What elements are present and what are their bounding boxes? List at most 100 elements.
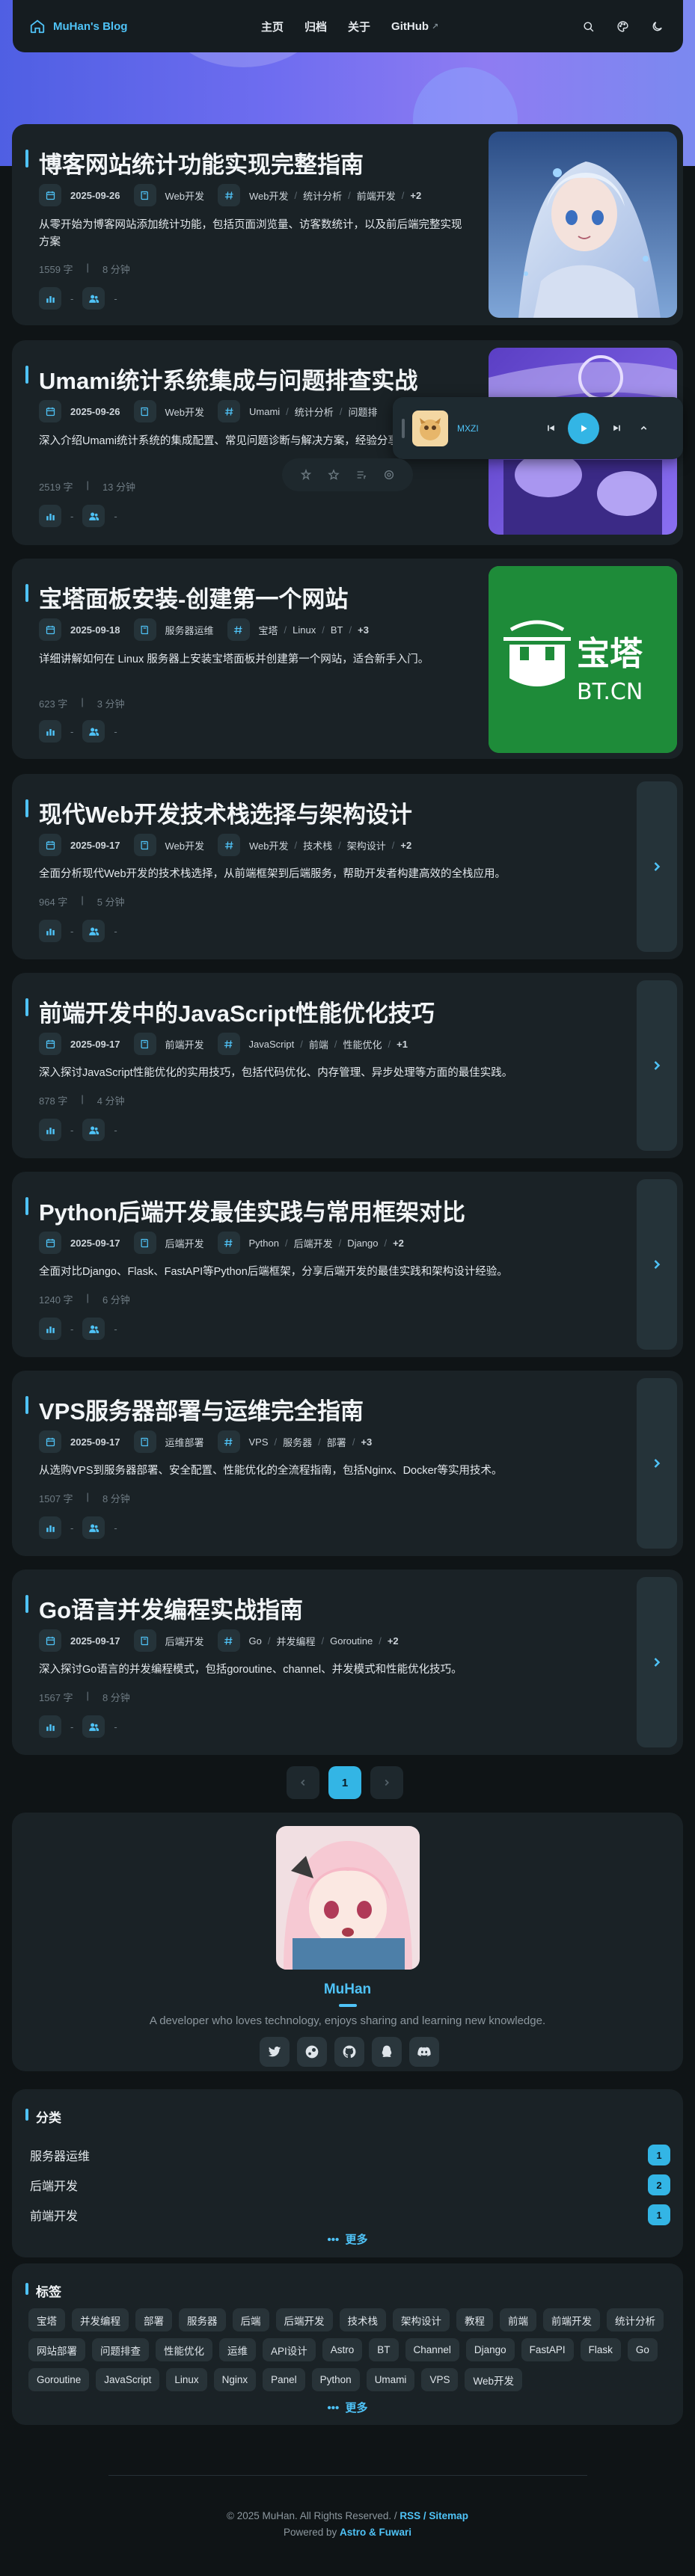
post-tag[interactable]: JavaScript bbox=[249, 1039, 295, 1050]
post-title[interactable]: 宝塔面板安装-创建第一个网站 bbox=[39, 580, 348, 614]
post-tag[interactable]: 后端开发 bbox=[294, 1236, 333, 1250]
tag-chip[interactable]: Panel bbox=[263, 2368, 305, 2391]
tag-chip[interactable]: Linux bbox=[166, 2368, 207, 2391]
shuffle-icon[interactable] bbox=[300, 469, 312, 481]
post-card[interactable]: 博客网站统计功能实现完整指南 2025-09-26 Web开发 Web开发 / 统… bbox=[12, 124, 683, 325]
post-category[interactable]: Web开发 bbox=[165, 405, 205, 419]
post-card[interactable]: Go语言并发编程实战指南 2025-09-17 后端开发 Go / 并发编程 / G… bbox=[12, 1570, 683, 1755]
visitors-button[interactable] bbox=[82, 505, 105, 527]
tags-more-link[interactable]: ••• 更多 bbox=[12, 2400, 683, 2415]
category-item[interactable]: 前端开发 1 bbox=[30, 2201, 670, 2228]
post-category[interactable]: 运维部署 bbox=[165, 1435, 204, 1449]
prev-track-button[interactable] bbox=[539, 417, 562, 440]
category-item[interactable]: 服务器运维 1 bbox=[30, 2142, 670, 2168]
tag-chip[interactable]: 服务器 bbox=[179, 2308, 226, 2331]
post-title[interactable]: 博客网站统计功能实现完整指南 bbox=[39, 146, 364, 179]
visitors-button[interactable] bbox=[82, 1119, 105, 1141]
page-button-current[interactable]: 1 bbox=[328, 1766, 361, 1799]
post-tag[interactable]: VPS bbox=[249, 1436, 269, 1448]
tag-chip[interactable]: Django bbox=[465, 2338, 515, 2361]
tag-chip[interactable]: 性能优化 bbox=[156, 2338, 212, 2361]
site-brand[interactable]: MuHan's Blog bbox=[29, 18, 127, 34]
post-title[interactable]: VPS服务器部署与运维完全指南 bbox=[39, 1392, 364, 1426]
visitors-button[interactable] bbox=[82, 720, 105, 743]
visitors-button[interactable] bbox=[82, 920, 105, 942]
sitemap-link[interactable]: Sitemap bbox=[429, 2510, 468, 2521]
post-thumbnail[interactable] bbox=[489, 132, 677, 318]
prev-page-button[interactable] bbox=[287, 1766, 319, 1799]
album-cover[interactable] bbox=[412, 410, 448, 446]
post-category[interactable]: 后端开发 bbox=[165, 1236, 204, 1250]
drag-handle[interactable] bbox=[402, 418, 405, 438]
tag-chip[interactable]: 宝塔 bbox=[28, 2308, 65, 2331]
palette-button[interactable] bbox=[610, 13, 635, 39]
post-tag[interactable]: Python bbox=[249, 1238, 279, 1249]
post-category[interactable]: Web开发 bbox=[165, 838, 205, 852]
tag-chip[interactable]: Nginx bbox=[213, 2368, 257, 2391]
tag-chip[interactable]: 统计分析 bbox=[607, 2308, 664, 2331]
tag-chip[interactable]: Web开发 bbox=[465, 2368, 522, 2391]
star-icon[interactable] bbox=[328, 469, 340, 481]
tag-chip[interactable]: 并发编程 bbox=[72, 2308, 129, 2331]
tag-chip[interactable]: Umami bbox=[366, 2368, 415, 2391]
tag-chip[interactable]: JavaScript bbox=[96, 2368, 160, 2391]
tag-chip[interactable]: Channel bbox=[405, 2338, 459, 2361]
post-title[interactable]: Umami统计系统集成与问题排查实战 bbox=[39, 362, 417, 396]
post-tag[interactable]: 前端 bbox=[309, 1037, 328, 1051]
categories-more-link[interactable]: ••• 更多 bbox=[12, 2231, 683, 2247]
tag-chip[interactable]: API设计 bbox=[263, 2338, 316, 2361]
views-button[interactable] bbox=[39, 920, 61, 942]
post-card[interactable]: VPS服务器部署与运维完全指南 2025-09-17 运维部署 VPS / 服务器… bbox=[12, 1371, 683, 1556]
post-tag[interactable]: 性能优化 bbox=[343, 1037, 382, 1051]
post-tag[interactable]: Goroutine bbox=[330, 1635, 373, 1647]
post-tag[interactable]: 问题排 bbox=[348, 405, 377, 419]
post-category[interactable]: 服务器运维 bbox=[165, 623, 214, 637]
views-button[interactable] bbox=[39, 1119, 61, 1141]
tag-chip[interactable]: 技术栈 bbox=[339, 2308, 386, 2331]
post-title[interactable]: Go语言并发编程实战指南 bbox=[39, 1591, 303, 1625]
tag-chip[interactable]: BT bbox=[369, 2338, 399, 2361]
search-button[interactable] bbox=[575, 13, 601, 39]
tag-chip[interactable]: 部署 bbox=[135, 2308, 172, 2331]
tag-chip[interactable]: VPS bbox=[421, 2368, 459, 2391]
tag-chip[interactable]: Flask bbox=[580, 2338, 621, 2361]
open-post-button[interactable] bbox=[637, 781, 677, 952]
discord-button[interactable] bbox=[409, 2037, 439, 2067]
open-post-button[interactable] bbox=[637, 1179, 677, 1350]
post-category[interactable]: 前端开发 bbox=[165, 1037, 204, 1051]
views-button[interactable] bbox=[39, 505, 61, 527]
post-tag[interactable]: 部署 bbox=[327, 1435, 346, 1449]
next-page-button[interactable] bbox=[370, 1766, 403, 1799]
post-tag[interactable]: 统计分析 bbox=[303, 188, 342, 203]
post-tag[interactable]: Go bbox=[249, 1635, 262, 1647]
expand-player-button[interactable] bbox=[632, 417, 655, 440]
tag-chip[interactable]: 前端开发 bbox=[543, 2308, 600, 2331]
tag-chip[interactable]: 后端开发 bbox=[275, 2308, 333, 2331]
post-tag[interactable]: BT bbox=[331, 624, 343, 636]
post-tag[interactable]: 前端开发 bbox=[357, 188, 396, 203]
open-post-button[interactable] bbox=[637, 1577, 677, 1747]
nav-home[interactable]: 主页 bbox=[251, 19, 294, 34]
tag-chip[interactable]: 网站部署 bbox=[28, 2338, 85, 2361]
post-tag[interactable]: Web开发 bbox=[249, 188, 289, 203]
tag-chip[interactable]: 架构设计 bbox=[393, 2308, 450, 2331]
post-card[interactable]: 前端开发中的JavaScript性能优化技巧 2025-09-17 前端开发 J… bbox=[12, 973, 683, 1158]
nav-about[interactable]: 关于 bbox=[337, 19, 381, 34]
qq-button[interactable] bbox=[372, 2037, 402, 2067]
play-button[interactable] bbox=[568, 412, 599, 444]
tag-chip[interactable]: 前端 bbox=[500, 2308, 536, 2331]
visitors-button[interactable] bbox=[82, 1516, 105, 1539]
tag-chip[interactable]: 后端 bbox=[232, 2308, 269, 2331]
nav-archive[interactable]: 归档 bbox=[294, 19, 337, 34]
tag-chip[interactable]: Go bbox=[627, 2338, 658, 2361]
post-card[interactable]: 宝塔面板安装-创建第一个网站 2025-09-18 服务器运维 宝塔 / Linu… bbox=[12, 559, 683, 759]
avatar[interactable] bbox=[276, 1826, 420, 1970]
steam-button[interactable] bbox=[297, 2037, 327, 2067]
visitors-button[interactable] bbox=[82, 287, 105, 310]
playlist-icon[interactable] bbox=[355, 469, 367, 481]
post-tag[interactable]: 技术栈 bbox=[303, 838, 332, 852]
post-title[interactable]: 现代Web开发技术栈选择与架构设计 bbox=[39, 796, 412, 829]
settings-icon[interactable] bbox=[383, 469, 395, 481]
engine-link[interactable]: Astro & Fuwari bbox=[340, 2527, 411, 2538]
tag-chip[interactable]: 教程 bbox=[456, 2308, 493, 2331]
